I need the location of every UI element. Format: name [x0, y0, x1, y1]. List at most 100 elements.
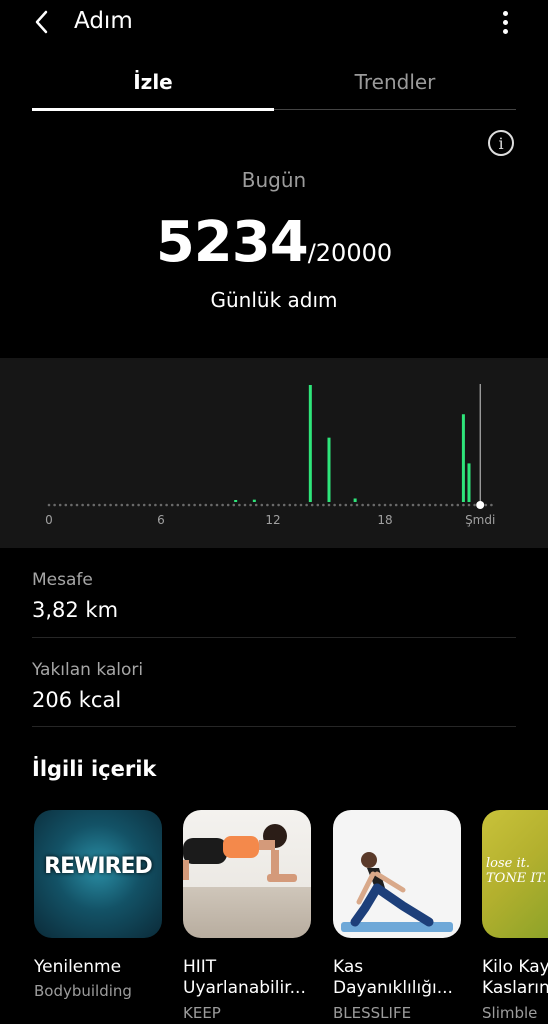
divider: [32, 726, 516, 727]
baseline-dot: [338, 503, 342, 507]
baseline-dot: [355, 503, 359, 507]
plank-figure-icon: [183, 824, 297, 882]
baseline-dot: [310, 503, 314, 507]
baseline-dot: [232, 503, 236, 507]
x-tick-label: 0: [45, 513, 53, 527]
baseline-dot: [159, 503, 163, 507]
baseline-dot: [422, 503, 426, 507]
baseline-dot: [288, 503, 292, 507]
baseline-dot: [383, 503, 387, 507]
distance-label: Mesafe: [32, 570, 93, 590]
content-card-hiit[interactable]: [183, 810, 311, 938]
chart-bar: [353, 498, 357, 502]
tab-izle[interactable]: İzle: [32, 70, 274, 94]
baseline-dot: [47, 503, 51, 507]
baseline-dot: [305, 503, 308, 507]
baseline-dot: [154, 503, 157, 507]
baseline-dot: [490, 503, 493, 507]
steps-value: 5234: [155, 210, 309, 275]
chart-bar: [308, 385, 312, 502]
baseline-dot: [86, 503, 90, 507]
baseline-dot: [316, 503, 320, 507]
baseline-dot: [467, 503, 471, 507]
card-subtitle: Bodybuilding: [34, 982, 132, 1000]
card-title: Kas Dayanıklılığı...: [333, 957, 453, 998]
baseline-dot: [327, 503, 331, 507]
baseline-dot: [165, 503, 168, 507]
more-vertical-icon: [502, 10, 508, 16]
baseline-dot: [389, 503, 392, 507]
baseline-dot: [411, 503, 415, 507]
baseline-dot: [221, 503, 224, 507]
steps-caption: Günlük adım: [210, 288, 338, 312]
content-card-kilo[interactable]: lose it. TONE IT.: [482, 810, 548, 938]
calories-label: Yakılan kalori: [32, 660, 144, 680]
card-subtitle: BLESSLIFE: [333, 1004, 412, 1022]
card-subtitle: Slimble: [482, 1004, 538, 1022]
chart-bar: [327, 437, 331, 502]
baseline-dot: [182, 503, 185, 507]
x-tick-label: 12: [265, 513, 280, 527]
baseline-dot: [204, 503, 208, 507]
baseline-dot: [92, 503, 96, 507]
baseline-dot: [417, 503, 420, 507]
x-tick-label: 6: [157, 513, 165, 527]
baseline-dot: [333, 503, 336, 507]
related-title: İlgili içerik: [32, 757, 157, 781]
baseline-dot: [53, 503, 56, 507]
baseline-dot: [456, 503, 460, 507]
baseline-dot: [81, 503, 84, 507]
baseline-dot: [176, 503, 180, 507]
baseline-dot: [366, 503, 370, 507]
baseline-dot: [271, 503, 275, 507]
content-card-kas[interactable]: [333, 810, 461, 938]
baseline-dot: [473, 503, 476, 507]
card-subtitle: KEEP: [183, 1004, 221, 1022]
baseline-dot: [378, 503, 381, 507]
baseline-dot: [322, 503, 325, 507]
baseline-dot: [148, 503, 152, 507]
card-title: Kilo Kay Kasların: [482, 957, 548, 998]
chart-bar: [252, 499, 256, 502]
baseline-dot: [277, 503, 280, 507]
hourly-steps-chart[interactable]: 0 6 12 18 Şmdi: [0, 358, 548, 548]
baseline-dot: [58, 503, 62, 507]
card-title: HIIT Uyarlanabilir...: [183, 957, 306, 998]
divider: [32, 637, 516, 638]
baseline-dot: [394, 503, 398, 507]
baseline-dot: [126, 503, 129, 507]
baseline-dot: [260, 503, 264, 507]
thumb-text: lose it. TONE IT.: [486, 856, 547, 886]
baseline-dot: [70, 503, 73, 507]
tab-trendler[interactable]: Trendler: [274, 70, 516, 94]
baseline-dot: [350, 503, 353, 507]
now-marker: [476, 501, 485, 509]
baseline-dot: [103, 503, 107, 507]
baseline-dot: [434, 503, 437, 507]
baseline-dot: [114, 503, 118, 507]
baseline-dot: [406, 503, 409, 507]
baseline-dot: [193, 503, 196, 507]
content-card-yenilenme[interactable]: REWIRED: [34, 810, 162, 938]
baseline-dot: [484, 503, 488, 507]
thumb-text: REWIRED: [44, 854, 153, 879]
card-title: Yenilenme: [34, 957, 122, 977]
distance-value: 3,82 km: [32, 598, 119, 622]
baseline-dot: [439, 503, 443, 507]
baseline-dot: [226, 503, 230, 507]
chevron-left-icon: [35, 10, 48, 34]
baseline-dot: [299, 503, 303, 507]
baseline-dot: [98, 503, 101, 507]
tab-divider: [274, 109, 516, 110]
info-icon[interactable]: i: [488, 130, 514, 156]
chart-bar: [467, 463, 471, 502]
baseline-dot: [445, 503, 448, 507]
back-button[interactable]: [24, 4, 60, 40]
more-options-button[interactable]: [490, 4, 520, 40]
baseline-dot: [243, 503, 247, 507]
step-count: 5234/20000: [0, 210, 548, 275]
baseline-dot: [131, 503, 135, 507]
x-tick-label: 18: [377, 513, 392, 527]
baseline-dot: [266, 503, 269, 507]
baseline-dot: [64, 503, 68, 507]
